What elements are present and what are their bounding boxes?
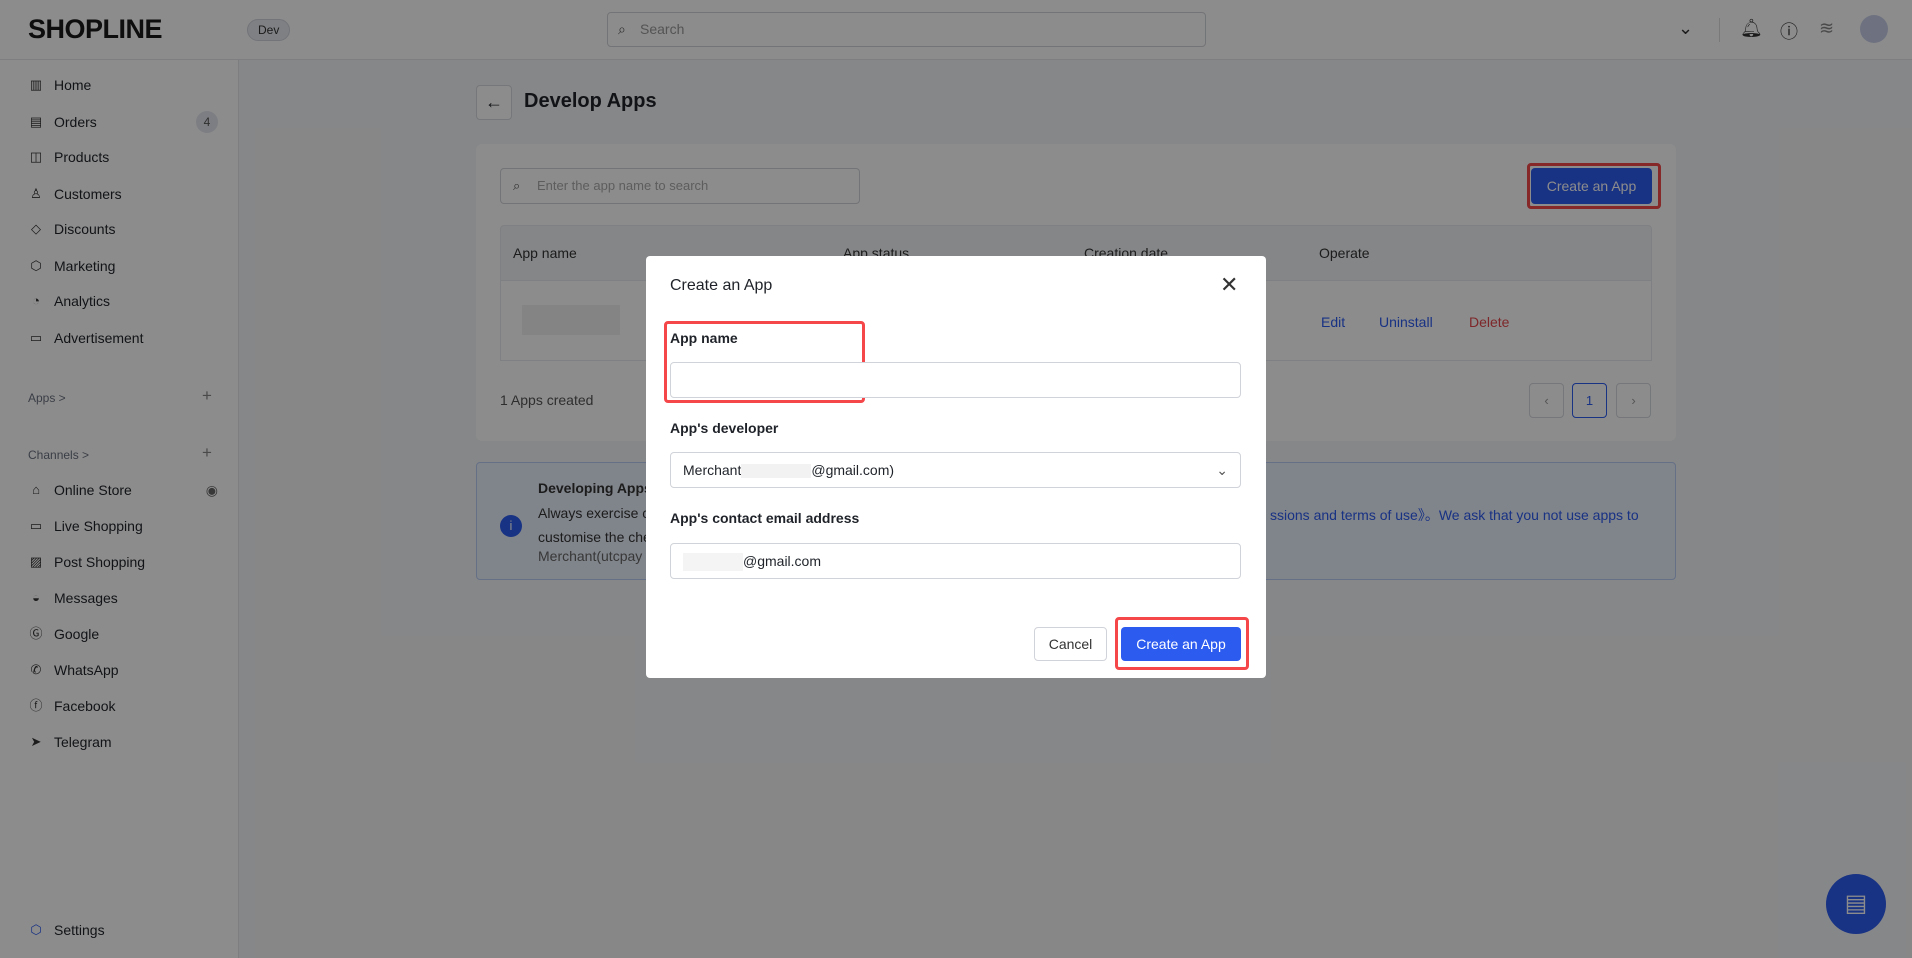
email-suffix: @gmail.com [743, 553, 822, 569]
developer-select[interactable]: Merchant @gmail.com) ⌄ [670, 452, 1241, 488]
close-icon[interactable]: ✕ [1220, 272, 1238, 298]
developer-label: App's developer [670, 420, 779, 436]
email-label: App's contact email address [670, 510, 860, 526]
developer-suffix: @gmail.com) [811, 462, 895, 478]
developer-prefix: Merchant [683, 462, 742, 478]
cancel-button[interactable]: Cancel [1034, 627, 1107, 661]
app-name-input[interactable] [670, 362, 1241, 398]
create-app-dialog: Create an App ✕ App name App's developer… [646, 256, 1266, 678]
redacted [683, 553, 743, 572]
confirm-create-app-button[interactable]: Create an App [1121, 627, 1241, 661]
chevron-down-icon: ⌄ [1216, 462, 1228, 478]
dialog-title: Create an App [670, 277, 773, 294]
app-name-label: App name [670, 330, 738, 346]
redacted [741, 464, 812, 479]
email-input[interactable]: @gmail.com [670, 543, 1241, 579]
